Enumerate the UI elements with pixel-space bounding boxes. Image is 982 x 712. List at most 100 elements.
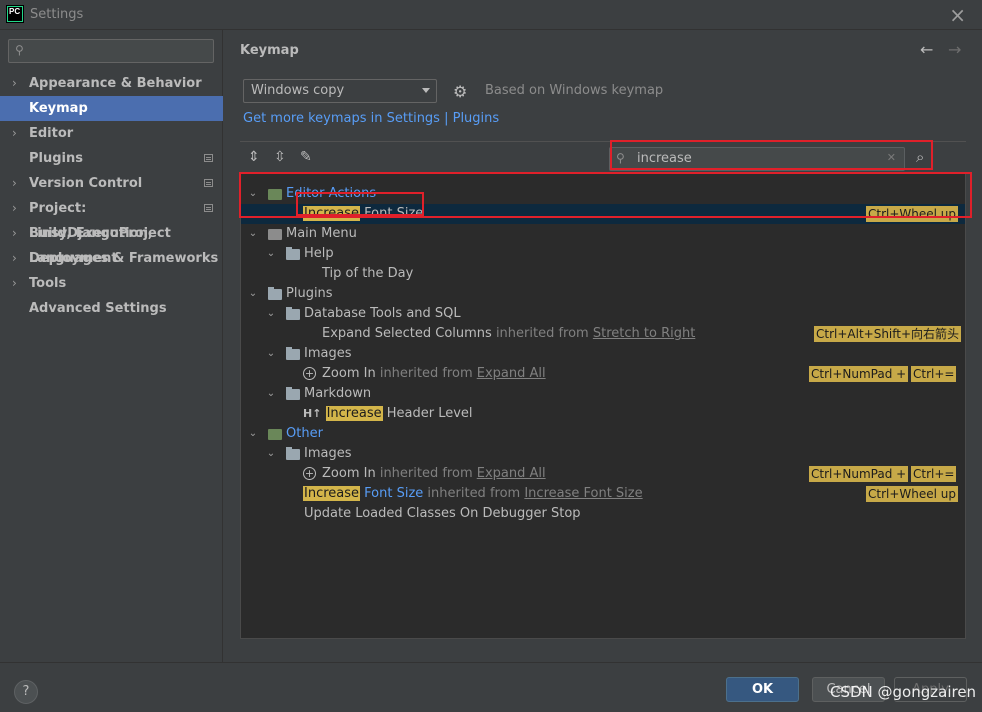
based-on-label: Based on Windows keymap [485, 83, 664, 98]
zoom-in-icon: + [303, 367, 316, 380]
chevron-down-icon[interactable]: ⌄ [265, 444, 277, 464]
chevron-right-icon[interactable]: › [12, 246, 17, 271]
edit-shortcut-icon[interactable]: ✎ [300, 149, 312, 165]
folder-icon [286, 307, 300, 320]
folder-icon [268, 287, 282, 300]
get-more-keymaps-link[interactable]: Get more keymaps in Settings | Plugins [243, 111, 499, 126]
inherited-label: inherited from [379, 466, 473, 481]
shortcut-badge: Ctrl+NumPad + [809, 366, 909, 382]
shortcut-badge: Ctrl+= [911, 366, 957, 382]
sidebar-item-project-linsydjangoproject[interactable]: › Project: LinsyDjangoProject [0, 196, 223, 241]
search-icon: ⚲ [15, 43, 24, 57]
ok-button[interactable]: OK [726, 677, 799, 702]
tree-label: Other [286, 426, 323, 441]
tree-row-expand-selected[interactable]: Expand Selected Columns inherited from S… [241, 324, 965, 344]
tree-label: Zoom In [322, 466, 376, 481]
menu-icon [268, 229, 282, 240]
tree-label: Images [304, 446, 352, 461]
collapse-all-icon[interactable]: ⇳ [274, 149, 286, 165]
tree-row-zoom-in-2[interactable]: + Zoom In inherited from Expand All Ctrl… [241, 464, 965, 484]
chevron-right-icon[interactable]: › [12, 71, 17, 96]
inherited-label: inherited from [379, 366, 473, 381]
inherited-source-link[interactable]: Stretch to Right [593, 326, 695, 341]
match-highlight: Increase [303, 486, 361, 501]
project-level-icon [204, 204, 213, 212]
tree-label: Header Level [382, 406, 473, 421]
tree-row-help[interactable]: ⌄ Help [241, 244, 965, 264]
help-button[interactable]: ? [14, 680, 38, 704]
back-arrow-icon[interactable]: ← [920, 40, 933, 59]
chevron-right-icon[interactable]: › [12, 221, 17, 246]
shortcut-badge: Ctrl+NumPad + [809, 466, 909, 482]
dialog-footer: ? OK Cancel Apply CSDN @gongzairen [0, 662, 982, 712]
chevron-down-icon[interactable]: ⌄ [247, 284, 259, 304]
tree-row-images-2[interactable]: ⌄ Images [241, 444, 965, 464]
chevron-right-icon[interactable]: › [12, 196, 17, 221]
sidebar-item-advanced-settings[interactable]: Advanced Settings [0, 296, 223, 321]
inherited-label: inherited from [427, 486, 521, 501]
tree-row-update-loaded[interactable]: Update Loaded Classes On Debugger Stop [241, 504, 965, 524]
tree-row-increase-header[interactable]: H↑ Increase Header Level [241, 404, 965, 424]
tree-row-main-menu[interactable]: ⌄ Main Menu [241, 224, 965, 244]
window-title: Settings [30, 7, 84, 22]
forward-arrow-icon[interactable]: → [948, 40, 961, 59]
tree-label: Expand Selected Columns [322, 326, 492, 341]
chevron-down-icon[interactable]: ⌄ [247, 224, 259, 244]
tree-row-plugins[interactable]: ⌄ Plugins [241, 284, 965, 304]
folder-icon [286, 447, 300, 460]
tree-row-other[interactable]: ⌄ Other [241, 424, 965, 444]
chevron-down-icon[interactable]: ⌄ [265, 384, 277, 404]
sidebar-item-keymap[interactable]: Keymap [0, 96, 223, 121]
sidebar-item-label: Version Control [29, 176, 143, 191]
project-level-icon [204, 154, 213, 162]
chevron-right-icon[interactable]: › [12, 121, 17, 146]
other-actions-icon [268, 429, 282, 440]
tree-row-markdown[interactable]: ⌄ Markdown [241, 384, 965, 404]
chevron-down-icon[interactable]: ⌄ [265, 304, 277, 324]
sidebar-item-label: Languages & Frameworks [29, 251, 219, 266]
chevron-down-icon[interactable]: ⌄ [265, 344, 277, 364]
tree-row-images[interactable]: ⌄ Images [241, 344, 965, 364]
tree-label: Zoom In [322, 366, 376, 381]
project-level-icon [204, 179, 213, 187]
gear-icon[interactable]: ⚙ [453, 82, 467, 101]
sidebar-item-editor[interactable]: › Editor [0, 121, 223, 146]
keymap-tree: ⌄ Editor Actions Increase Font Size Ctrl… [240, 173, 966, 639]
tree-label: Tip of the Day [322, 266, 414, 281]
tree-row-zoom-in[interactable]: + Zoom In inherited from Expand All Ctrl… [241, 364, 965, 384]
chevron-down-icon[interactable]: ⌄ [265, 244, 277, 264]
sidebar-item-version-control[interactable]: › Version Control [0, 171, 223, 196]
keymap-select[interactable]: Windows copy [243, 79, 437, 103]
tree-row-tip-of-day[interactable]: Tip of the Day [241, 264, 965, 284]
folder-icon [286, 247, 300, 260]
sidebar-item-plugins[interactable]: Plugins [0, 146, 223, 171]
tree-label: Markdown [304, 386, 372, 401]
sidebar-item-label: Plugins [29, 151, 83, 166]
tree-label: Plugins [286, 286, 333, 301]
tree-label: Update Loaded Classes On Debugger Stop [304, 506, 581, 521]
sidebar-item-label: Appearance & Behavior [29, 76, 202, 91]
folder-icon [286, 387, 300, 400]
sidebar-item-appearance-behavior[interactable]: › Appearance & Behavior [0, 71, 223, 96]
sidebar-item-label: Advanced Settings [29, 301, 167, 316]
sidebar-search-input[interactable]: ⚲ [8, 39, 214, 63]
expand-all-icon[interactable]: ⇕ [248, 149, 260, 165]
tree-row-increase-font-size-2[interactable]: Increase Font Size inherited from Increa… [241, 484, 965, 504]
sidebar-item-build-execution-deployment[interactable]: › Build, Execution, Deployment [0, 221, 223, 266]
inherited-source-link[interactable]: Increase Font Size [524, 486, 642, 501]
close-icon[interactable]: × [949, 3, 966, 27]
chevron-down-icon[interactable]: ⌄ [247, 424, 259, 444]
shortcut-badge: Ctrl+= [911, 466, 957, 482]
sidebar-item-label: Keymap [29, 101, 88, 116]
sidebar-item-label: Editor [29, 126, 74, 141]
tree-row-db-tools[interactable]: ⌄ Database Tools and SQL [241, 304, 965, 324]
chevron-right-icon[interactable]: › [12, 171, 17, 196]
app-logo-icon: PC [6, 5, 24, 23]
inherited-source-link[interactable]: Expand All [477, 466, 546, 481]
sidebar-item-tools[interactable]: › Tools [0, 271, 223, 296]
shortcut-badge: Ctrl+Alt+Shift+向右箭头 [814, 326, 962, 342]
inherited-source-link[interactable]: Expand All [477, 366, 546, 381]
tree-label: Font Size [360, 486, 424, 501]
chevron-right-icon[interactable]: › [12, 271, 17, 296]
sidebar-item-languages-frameworks[interactable]: › Languages & Frameworks [0, 246, 223, 271]
